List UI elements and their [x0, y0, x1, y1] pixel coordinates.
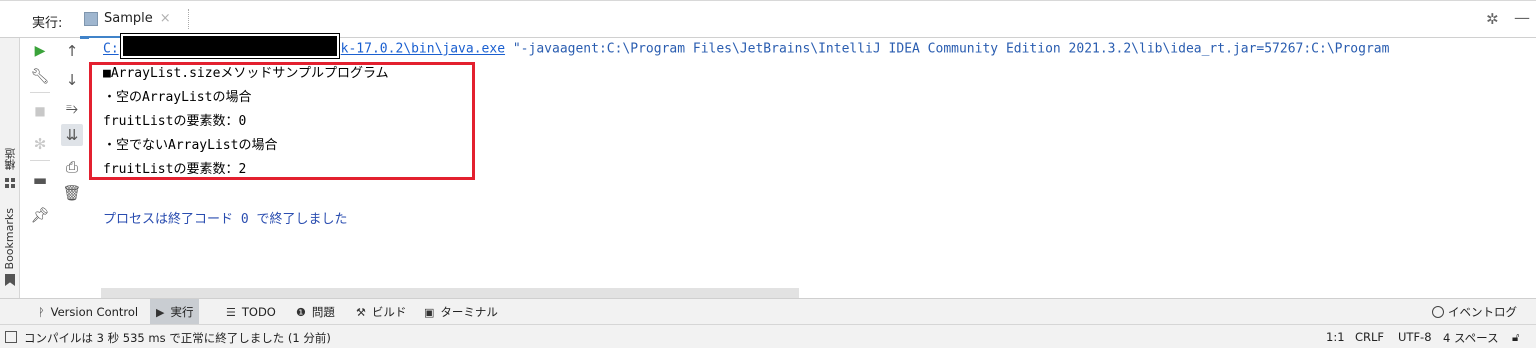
minimize-icon[interactable]: —: [1514, 8, 1530, 27]
run-toolbar-secondary: ↑ ↓ ⥱ ⇊ ⎙ 🗑︎: [59, 38, 89, 298]
arrow-up-icon[interactable]: ↑: [61, 40, 83, 62]
console-output[interactable]: C: k-17.0.2\bin\java.exe "-javaagent:C:\P…: [89, 34, 1536, 298]
run-label: 実行:: [32, 16, 63, 31]
branch-icon: ᚹ: [38, 305, 45, 319]
soft-wrap-icon[interactable]: ⥱: [61, 97, 83, 119]
run-toolbar-primary: ▶ 🔧︎ ■ ✻ ▬ 📌︎: [21, 38, 59, 298]
toolbar-divider: [30, 92, 50, 93]
arrow-down-icon[interactable]: ↓: [61, 69, 83, 91]
event-log-button[interactable]: イベントログ: [1432, 299, 1517, 325]
tool-window-terminal[interactable]: ▣ ターミナル: [418, 299, 504, 325]
close-icon[interactable]: ×: [160, 11, 171, 26]
tool-window-version-control[interactable]: ᚹ Version Control: [32, 299, 144, 325]
status-message[interactable]: コンパイルは 3 秒 535 ms で正常に終了しました (1 分前): [24, 330, 331, 346]
output-line: fruitListの要素数：0: [103, 114, 247, 129]
layout-icon[interactable]: ▬: [29, 169, 51, 191]
terminal-icon: ▣: [424, 305, 435, 319]
caret-position[interactable]: 1:1: [1326, 330, 1345, 344]
run-label: 実行: [170, 305, 194, 319]
hammer-icon: ⚒: [356, 305, 366, 319]
toolbar-divider: [30, 160, 50, 161]
file-encoding[interactable]: UTF-8: [1398, 330, 1432, 344]
tab-sample-label: Sample: [104, 11, 153, 26]
run-icon: ▶: [156, 305, 165, 319]
java-path-link[interactable]: k-17.0.2\bin\java.exe: [341, 42, 505, 57]
wrench-icon[interactable]: 🔧︎: [29, 65, 51, 87]
print-icon[interactable]: ⎙: [61, 156, 83, 178]
output-line: ・空のArrayListの場合: [103, 90, 252, 105]
structure-tab[interactable]: 構造: [3, 148, 19, 170]
tool-window-todo[interactable]: ☰ TODO: [220, 299, 282, 325]
line-separator[interactable]: CRLF: [1355, 330, 1384, 344]
info-icon: ❶: [296, 305, 306, 319]
left-tool-strip: 構造 Bookmarks: [0, 38, 20, 298]
run-icon[interactable]: ▶: [29, 40, 51, 62]
gear-icon[interactable]: ✲: [1486, 10, 1499, 28]
command-args: "-javaagent:C:\Program Files\JetBrains\I…: [505, 41, 1390, 57]
java-path-prefix[interactable]: C:: [103, 42, 119, 57]
status-bar: コンパイルは 3 秒 535 ms で正常に終了しました (1 分前) 1:1 …: [0, 324, 1536, 348]
version-control-label: Version Control: [50, 305, 139, 319]
event-log-label: イベントログ: [1448, 305, 1517, 319]
exit-message: プロセスは終了コード 0 で終了しました: [103, 212, 348, 227]
bookmarks-tab[interactable]: Bookmarks: [3, 208, 16, 269]
structure-icon[interactable]: [5, 178, 15, 188]
tool-window-build[interactable]: ⚒ ビルド: [350, 299, 412, 325]
debug-icon[interactable]: ✻: [29, 133, 51, 155]
tab-separator: [188, 9, 189, 29]
output-line: ・空でないArrayListの場合: [103, 138, 278, 153]
trash-icon[interactable]: 🗑︎: [61, 182, 83, 204]
command-line: C: k-17.0.2\bin\java.exe "-javaagent:C:\P…: [103, 34, 1390, 58]
list-icon: ☰: [226, 305, 236, 319]
output-line: fruitListの要素数：2: [103, 162, 247, 177]
scroll-to-end-icon[interactable]: ⇊: [61, 124, 83, 146]
redaction-mask: [120, 34, 339, 58]
todo-label: TODO: [241, 305, 276, 319]
stop-icon[interactable]: ■: [29, 100, 51, 122]
tool-window-bar: ᚹ Version Control ▶ 実行 ☰ TODO ❶ 問題 ⚒ ビルド…: [0, 298, 1536, 325]
toggle-tool-windows-icon[interactable]: [5, 331, 17, 343]
problems-label: 問題: [311, 305, 335, 319]
indent-setting[interactable]: 4 スペース: [1443, 330, 1499, 346]
pin-icon[interactable]: 📌︎: [29, 204, 51, 226]
output-line: ■ArrayList.sizeメソッドサンプルプログラム: [103, 66, 389, 81]
tool-window-run[interactable]: ▶ 実行: [150, 299, 200, 325]
run-tool-window-header: 実行: Sample × ✲ —: [0, 0, 1536, 39]
build-label: ビルド: [371, 305, 407, 319]
event-log-icon: [1432, 306, 1444, 318]
bookmark-icon[interactable]: [5, 274, 15, 286]
terminal-label: ターミナル: [440, 305, 498, 319]
lock-icon[interactable]: 🔓︎: [1512, 330, 1519, 345]
file-icon: [84, 11, 98, 26]
tool-window-problems[interactable]: ❶ 問題: [290, 299, 341, 325]
horizontal-scrollbar[interactable]: [101, 288, 799, 298]
